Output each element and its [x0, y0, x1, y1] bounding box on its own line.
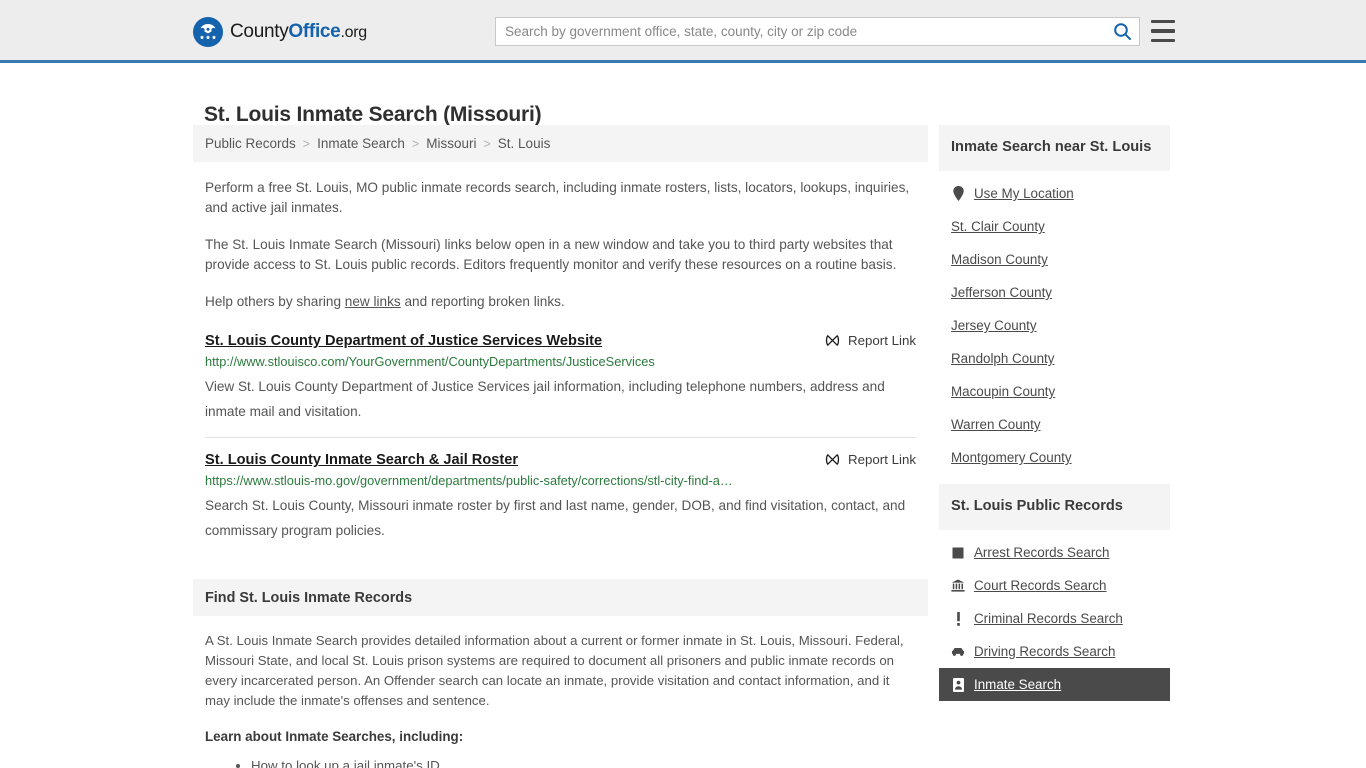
- breadcrumb-item-missouri[interactable]: Missouri: [426, 136, 476, 151]
- car-icon: [951, 647, 965, 657]
- result-item: St. Louis County Department of Justice S…: [205, 333, 916, 438]
- sidebar-item-macoupin-county[interactable]: Macoupin County: [939, 375, 1170, 408]
- sidebar-link-label[interactable]: Arrest Records Search: [974, 545, 1109, 560]
- search-button[interactable]: [1105, 18, 1139, 45]
- page-title: St. Louis Inmate Search (Missouri): [204, 103, 542, 127]
- breadcrumb-item-inmate-search[interactable]: Inmate Search: [317, 136, 405, 151]
- sidebar-link-label[interactable]: Driving Records Search: [974, 644, 1115, 659]
- results-list: St. Louis County Department of Justice S…: [193, 333, 928, 556]
- breadcrumb-item-public-records[interactable]: Public Records: [205, 136, 296, 151]
- learn-list: How to look up a jail inmate's ID: [205, 756, 916, 768]
- result-header: St. Louis County Inmate Search & Jail Ro…: [205, 452, 916, 468]
- section-paragraph: A St. Louis Inmate Search provides detai…: [205, 633, 904, 708]
- hamburger-menu-icon[interactable]: [1151, 20, 1175, 42]
- sidebar-item-inmate-search[interactable]: Inmate Search: [939, 668, 1170, 701]
- sidebar-link-label[interactable]: Jersey County: [951, 318, 1037, 333]
- broken-link-icon: [825, 454, 840, 465]
- sidebar-item-criminal-records-search[interactable]: Criminal Records Search: [939, 602, 1170, 635]
- sidebar-item-arrest-records-search[interactable]: Arrest Records Search: [939, 536, 1170, 569]
- fingerprint-icon: [951, 547, 965, 559]
- search-input[interactable]: [496, 18, 1105, 45]
- sidebar-link-label[interactable]: Criminal Records Search: [974, 611, 1123, 626]
- site-header: CountyOffice.org: [0, 0, 1366, 63]
- breadcrumb-separator: >: [302, 136, 311, 151]
- sidebar-link-label[interactable]: Warren County: [951, 417, 1041, 432]
- sidebar-records-list: Arrest Records Search Court Records Sear…: [939, 536, 1170, 701]
- breadcrumb-item-st-louis[interactable]: St. Louis: [498, 136, 551, 151]
- courthouse-icon: [951, 579, 965, 592]
- sidebar-item-use-my-location[interactable]: Use My Location: [939, 177, 1170, 210]
- sidebar-item-jefferson-county[interactable]: Jefferson County: [939, 276, 1170, 309]
- result-url[interactable]: https://www.stlouis-mo.gov/government/de…: [205, 473, 916, 489]
- section-heading: Find St. Louis Inmate Records: [193, 579, 928, 616]
- sidebar-link-label[interactable]: Randolph County: [951, 351, 1054, 366]
- eagle-stars-emblem-icon: [193, 17, 223, 47]
- location-pin-icon: [951, 186, 965, 201]
- hamburger-bar: [1151, 38, 1175, 42]
- report-link-button[interactable]: Report Link: [807, 452, 916, 467]
- sidebar-link-label[interactable]: Montgomery County: [951, 450, 1072, 465]
- sidebar-link-label[interactable]: Court Records Search: [974, 578, 1106, 593]
- report-link-label: Report Link: [848, 333, 916, 348]
- sidebar-item-jersey-county[interactable]: Jersey County: [939, 309, 1170, 342]
- sidebar-item-madison-county[interactable]: Madison County: [939, 243, 1170, 276]
- search-icon: [1113, 23, 1131, 40]
- sidebar-link-label[interactable]: Inmate Search: [974, 677, 1061, 692]
- hamburger-bar: [1151, 20, 1175, 24]
- result-url[interactable]: http://www.stlouisco.com/YourGovernment/…: [205, 354, 916, 370]
- sidebar: Inmate Search near St. Louis Use My Loca…: [939, 125, 1170, 711]
- intro-p3-after: and reporting broken links.: [400, 294, 565, 309]
- sidebar-item-warren-county[interactable]: Warren County: [939, 408, 1170, 441]
- exclamation-icon: [951, 611, 965, 626]
- intro-paragraph-3: Help others by sharing new links and rep…: [205, 292, 916, 312]
- report-link-label: Report Link: [848, 452, 916, 467]
- sidebar-item-montgomery-county[interactable]: Montgomery County: [939, 441, 1170, 474]
- sidebar-link-label[interactable]: Jefferson County: [951, 285, 1052, 300]
- logo-text-office: Office: [288, 21, 341, 42]
- result-title-link[interactable]: St. Louis County Inmate Search & Jail Ro…: [205, 452, 518, 468]
- hamburger-bar: [1151, 29, 1175, 33]
- breadcrumb-separator: >: [411, 136, 420, 151]
- sidebar-near-heading: Inmate Search near St. Louis: [939, 125, 1170, 171]
- logo-text-county: County: [230, 21, 289, 42]
- learn-heading: Learn about Inmate Searches, including:: [205, 729, 464, 744]
- learn-list-item: How to look up a jail inmate's ID: [251, 756, 916, 768]
- sidebar-item-driving-records-search[interactable]: Driving Records Search: [939, 635, 1170, 668]
- site-logo[interactable]: CountyOffice.org: [193, 17, 367, 47]
- result-header: St. Louis County Department of Justice S…: [205, 333, 916, 349]
- logo-text-org: .org: [340, 24, 367, 41]
- logo-text: CountyOffice.org: [230, 21, 367, 43]
- intro-text: Perform a free St. Louis, MO public inma…: [193, 178, 928, 312]
- result-description: Search St. Louis County, Missouri inmate…: [205, 498, 906, 538]
- result-title-link[interactable]: St. Louis County Department of Justice S…: [205, 333, 602, 349]
- breadcrumb-separator: >: [483, 136, 491, 151]
- sidebar-link-label[interactable]: Macoupin County: [951, 384, 1055, 399]
- broken-link-icon: [825, 335, 840, 346]
- sidebar-link-label[interactable]: Madison County: [951, 252, 1048, 267]
- sidebar-item-st-clair-county[interactable]: St. Clair County: [939, 210, 1170, 243]
- sidebar-item-randolph-county[interactable]: Randolph County: [939, 342, 1170, 375]
- id-badge-icon: [951, 677, 965, 692]
- intro-p3-before: Help others by sharing: [205, 294, 345, 309]
- result-description: View St. Louis County Department of Just…: [205, 379, 885, 419]
- result-item: St. Louis County Inmate Search & Jail Ro…: [205, 452, 916, 556]
- search-box[interactable]: [495, 17, 1140, 46]
- sidebar-panel-near: Inmate Search near St. Louis Use My Loca…: [939, 125, 1170, 474]
- new-links-link[interactable]: new links: [345, 294, 401, 309]
- sidebar-link-label[interactable]: St. Clair County: [951, 219, 1045, 234]
- intro-paragraph-1: Perform a free St. Louis, MO public inma…: [205, 180, 910, 215]
- intro-paragraph-2: The St. Louis Inmate Search (Missouri) l…: [205, 237, 897, 272]
- breadcrumb: Public Records > Inmate Search > Missour…: [193, 125, 928, 162]
- main-content: Public Records > Inmate Search > Missour…: [193, 125, 928, 768]
- report-link-button[interactable]: Report Link: [807, 333, 916, 348]
- sidebar-near-list: Use My Location St. Clair County Madison…: [939, 177, 1170, 474]
- sidebar-link-label[interactable]: Use My Location: [974, 186, 1074, 201]
- sidebar-records-heading: St. Louis Public Records: [939, 484, 1170, 530]
- sidebar-panel-records: St. Louis Public Records Arrest Records …: [939, 484, 1170, 701]
- section-body: A St. Louis Inmate Search provides detai…: [193, 631, 928, 768]
- sidebar-item-court-records-search[interactable]: Court Records Search: [939, 569, 1170, 602]
